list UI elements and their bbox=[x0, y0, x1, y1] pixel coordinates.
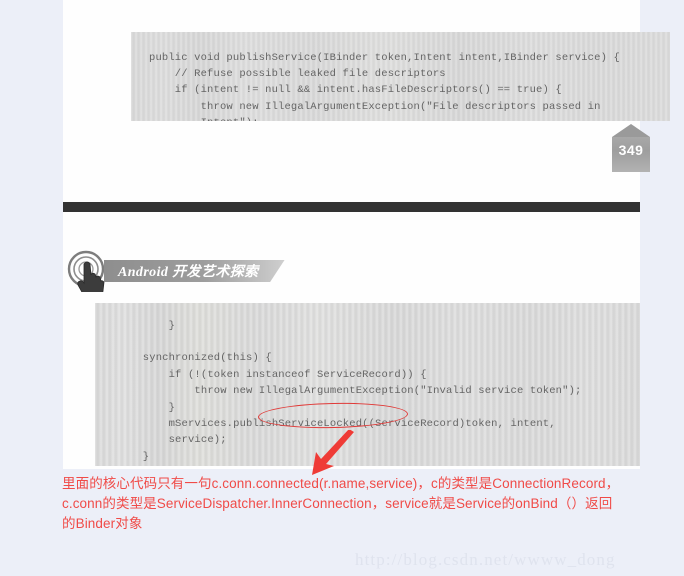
book-title-label: Android 开发艺术探索 bbox=[118, 265, 259, 280]
annotation-line-3: 的Binder对象 bbox=[62, 516, 143, 531]
scan-divider bbox=[63, 202, 640, 212]
scanned-page-top: public void publishService(IBinder token… bbox=[63, 0, 670, 202]
annotation-text: 里面的核心代码只有一句c.conn.connected(r.name,servi… bbox=[62, 474, 678, 534]
page-number-label: 349 bbox=[618, 142, 644, 158]
page-corner-fold-icon bbox=[612, 124, 650, 137]
watermark-url: http://blog.csdn.net/wwww_dong bbox=[355, 550, 616, 569]
code-block-bottom: } synchronized(this) { if (!(token insta… bbox=[95, 303, 640, 466]
code-text-bottom: } synchronized(this) { if (!(token insta… bbox=[142, 319, 582, 463]
page-number-badge: 349 bbox=[612, 124, 650, 172]
code-block-top: public void publishService(IBinder token… bbox=[131, 32, 670, 121]
red-arrow-annotation bbox=[296, 429, 362, 476]
touch-hand-icon bbox=[66, 250, 110, 299]
annotation-line-1: 里面的核心代码只有一句c.conn.connected(r.name,servi… bbox=[62, 476, 620, 491]
code-text-top: public void publishService(IBinder token… bbox=[149, 51, 620, 122]
annotation-line-2: c.conn的类型是ServiceDispatcher.InnerConnect… bbox=[62, 496, 613, 511]
book-running-head: Android 开发艺术探索 bbox=[66, 250, 285, 299]
book-title-banner: Android 开发艺术探索 bbox=[104, 260, 285, 282]
